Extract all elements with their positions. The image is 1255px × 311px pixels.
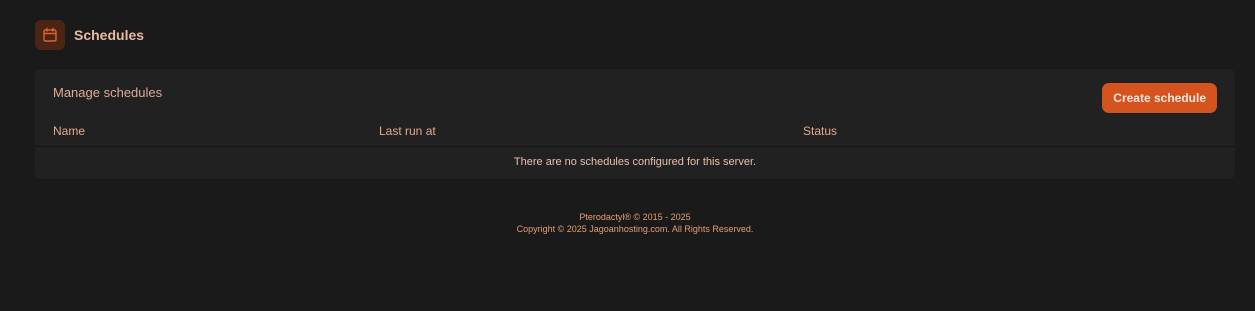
column-header-name: Name	[53, 124, 86, 138]
page-title: Schedules	[74, 27, 145, 43]
column-header-last-run: Last run at	[379, 124, 436, 138]
footer: Pterodactyl® © 2015 - 2025 Copyright © 2…	[0, 211, 1255, 235]
empty-state-message: There are no schedules configured for th…	[513, 156, 757, 168]
footer-line-copyright: Copyright © 2025 Jagoanhosting.com. All …	[516, 224, 754, 234]
card-title: Manage schedules	[53, 85, 163, 100]
calendar-icon	[35, 20, 65, 50]
table-header: Name Last run at Status	[35, 124, 1235, 147]
schedules-card: Manage schedules Create schedule Name La…	[35, 69, 1235, 179]
column-header-status: Status	[803, 124, 838, 138]
create-schedule-button[interactable]: Create schedule	[1102, 83, 1217, 113]
footer-line-product: Pterodactyl® © 2015 - 2025	[579, 212, 691, 222]
page-header: Schedules	[35, 20, 144, 50]
schedules-page: Schedules Manage schedules Create schedu…	[0, 0, 1255, 311]
